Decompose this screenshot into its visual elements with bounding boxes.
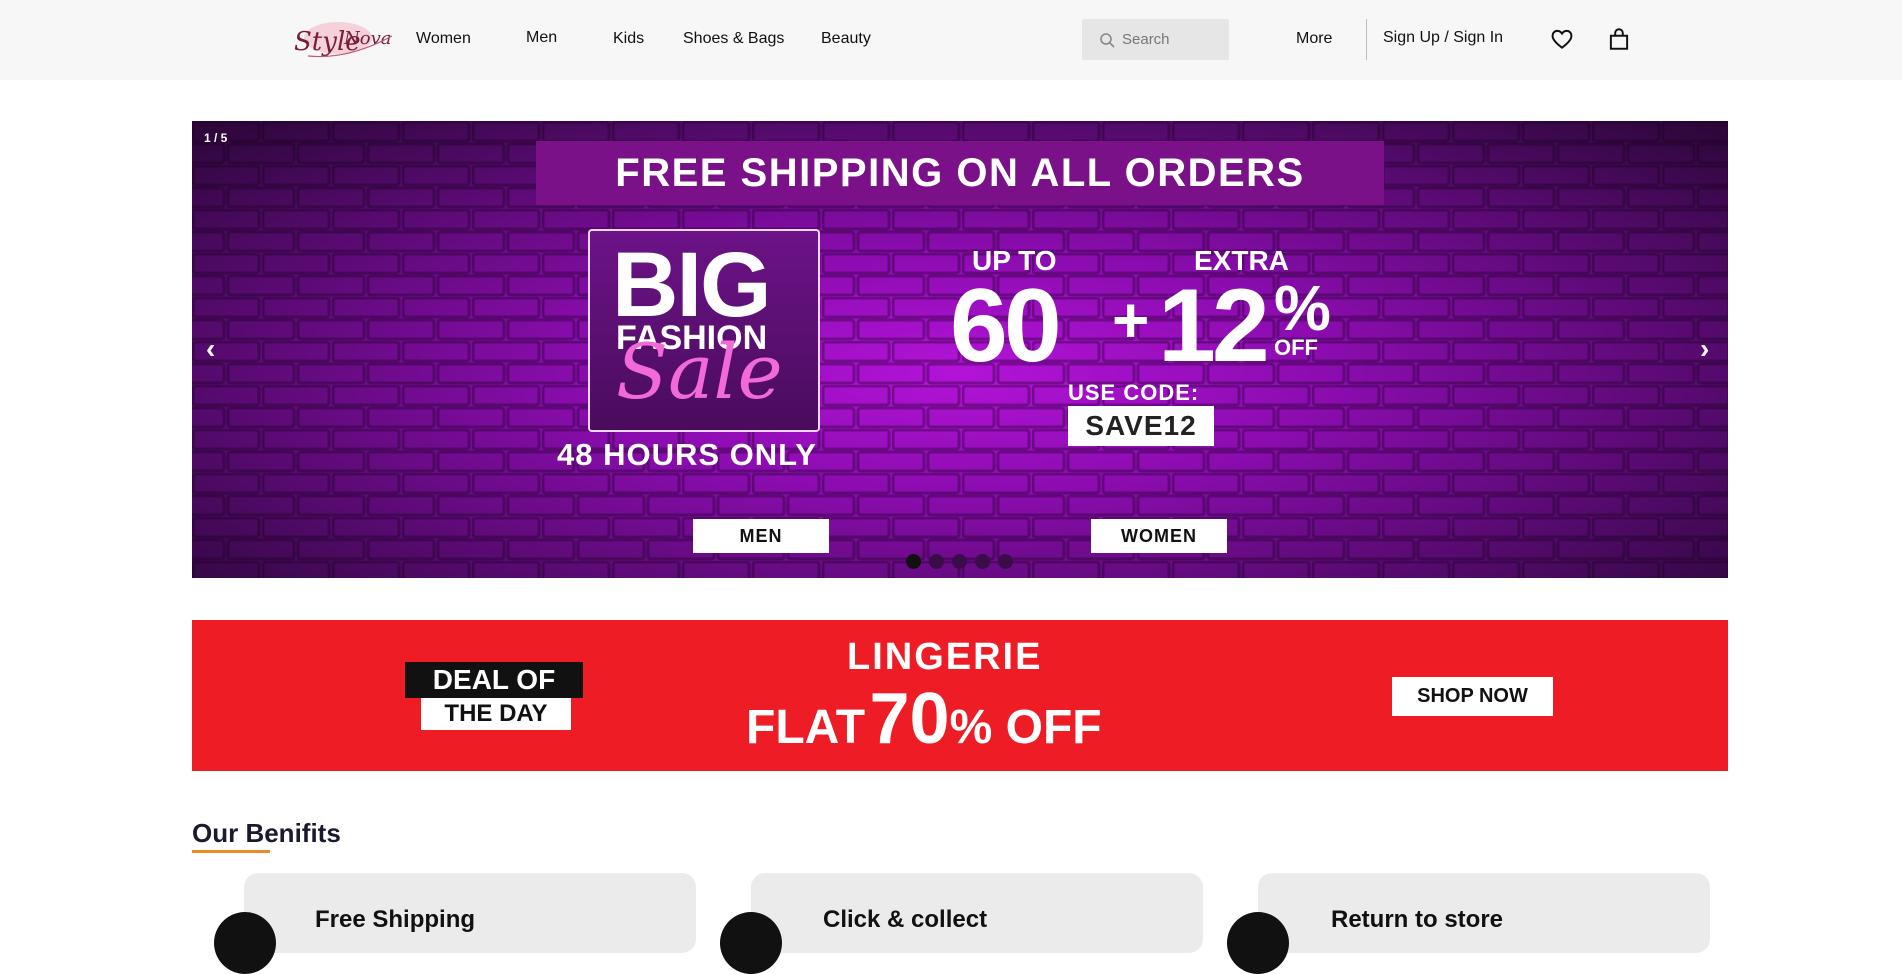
discount-plus-sign: + (1112, 284, 1150, 356)
sign-in-link[interactable]: Sign Up / Sign In (1383, 29, 1503, 47)
nav-kids[interactable]: Kids (613, 30, 644, 48)
search-input[interactable] (1122, 31, 1222, 48)
shop-now-button[interactable]: SHOP NOW (1392, 677, 1553, 716)
brand-logo[interactable]: Style Nova (288, 16, 398, 64)
deal-value: 70 (869, 679, 950, 759)
shop-men-button[interactable]: MEN (693, 519, 829, 553)
sale-duration: 48 HOURS ONLY (557, 437, 817, 472)
logo-mark: Style Nova (294, 22, 393, 58)
carousel-dot[interactable] (906, 554, 921, 569)
carousel-next-arrow[interactable]: › (1700, 333, 1709, 365)
promo-code-label: USE CODE: (1068, 380, 1200, 405)
carousel-dot[interactable] (998, 554, 1013, 569)
nav-beauty[interactable]: Beauty (821, 30, 871, 48)
sale-script-text: Sale (616, 327, 783, 416)
nav-shoes-bags[interactable]: Shoes & Bags (683, 30, 784, 48)
nav-women[interactable]: Women (416, 30, 471, 48)
deal-badge-line2: THE DAY (421, 698, 571, 730)
shop-women-button[interactable]: WOMEN (1091, 519, 1227, 553)
shopping-bag-icon[interactable] (1606, 26, 1632, 52)
discount-off-label: OFF (1274, 335, 1318, 360)
deal-suffix: % OFF (949, 701, 1102, 754)
deal-discount: FLAT 70% OFF (746, 678, 1102, 760)
hero-carousel[interactable]: 1 / 5 ‹ › FREE SHIPPING ON ALL ORDERS BI… (192, 121, 1728, 578)
truck-icon (214, 912, 276, 974)
deal-flat-label: FLAT (746, 701, 866, 754)
discount-percent-sign: % (1274, 272, 1331, 344)
deal-of-the-day-banner[interactable]: DEAL OF THE DAY LINGERIE FLAT 70% OFF SH… (192, 620, 1728, 771)
promo-code-value: SAVE12 (1068, 406, 1214, 446)
carousel-dot[interactable] (929, 554, 944, 569)
search-icon (1092, 19, 1122, 60)
nav-more[interactable]: More (1296, 30, 1332, 48)
benefit-free-shipping: Free Shipping (315, 906, 476, 933)
svg-text:Nova: Nova (343, 28, 392, 49)
slide-counter: 1 / 5 (204, 131, 228, 145)
benefits-title-underline (192, 850, 270, 853)
deal-badge: DEAL OF THE DAY (405, 662, 583, 730)
discount-main-value: 60 (950, 268, 1062, 384)
search-box[interactable] (1082, 19, 1229, 60)
deal-badge-line1: DEAL OF (405, 662, 583, 698)
carousel-dots (906, 554, 1013, 569)
big-fashion-sale-box: BIG FASHION Sale (588, 229, 820, 432)
free-shipping-banner: FREE SHIPPING ON ALL ORDERS (536, 141, 1384, 205)
wishlist-heart-icon[interactable] (1549, 26, 1575, 52)
benefit-click-collect: Click & collect (823, 906, 988, 933)
benefits-title: Our Benifits (192, 818, 341, 848)
carousel-prev-arrow[interactable]: ‹ (206, 333, 215, 365)
carousel-dot[interactable] (975, 554, 990, 569)
deal-title: LINGERIE (847, 636, 1043, 678)
store-icon (720, 912, 782, 974)
nav-men[interactable]: Men (526, 29, 557, 47)
discount-extra-value: 12 (1158, 268, 1270, 384)
benefit-return-store: Return to store (1331, 906, 1504, 933)
site-header: Style Nova Women Men Kids Shoes & Bags B… (0, 0, 1902, 80)
carousel-dot[interactable] (952, 554, 967, 569)
return-icon (1227, 912, 1289, 974)
header-divider (1366, 19, 1367, 60)
